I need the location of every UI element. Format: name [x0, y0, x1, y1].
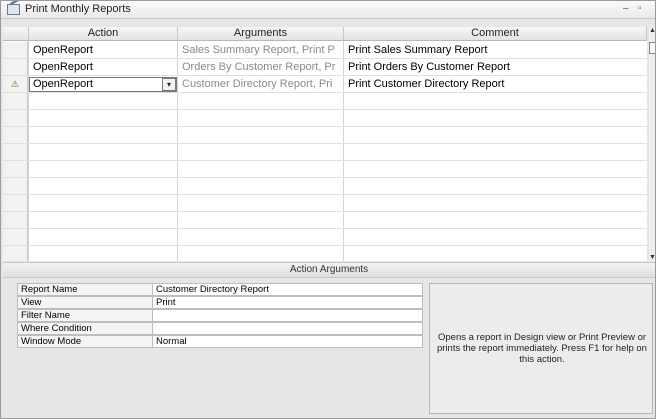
property-label: View [17, 296, 153, 309]
row-selector[interactable] [3, 110, 28, 126]
scroll-up-icon[interactable]: ▲ [649, 27, 655, 34]
window-mode-field[interactable]: Normal [153, 335, 423, 348]
comment-cell[interactable]: Print Sales Summary Report [344, 42, 647, 58]
report-name-field[interactable]: Customer Directory Report [153, 283, 423, 296]
comment-cell[interactable]: Print Orders By Customer Report [344, 59, 647, 75]
filter-name-field[interactable] [153, 309, 423, 322]
row-divider [3, 194, 647, 195]
row-selector[interactable] [3, 212, 28, 228]
row-selector[interactable] [3, 144, 28, 160]
column-header-comment[interactable]: Comment [344, 27, 647, 41]
select-all-corner[interactable] [3, 27, 29, 41]
row-divider [3, 245, 647, 246]
chevron-down-icon[interactable]: ▾ [162, 78, 176, 91]
row-selector[interactable] [3, 246, 28, 261]
window-titlebar[interactable]: Print Monthly Reports – ▫ [1, 1, 655, 19]
property-row-view: View Print [17, 296, 423, 309]
comment-cell[interactable]: Print Customer Directory Report [344, 76, 647, 92]
arguments-cell: Sales Summary Report, Print P [182, 44, 335, 56]
view-field[interactable]: Print [153, 296, 423, 309]
property-row-where-condition: Where Condition [17, 322, 423, 335]
row-selector[interactable] [3, 229, 28, 245]
help-text: Opens a report in Design view or Print P… [437, 332, 647, 365]
row-divider [3, 92, 647, 93]
column-header-arguments[interactable]: Arguments [178, 27, 344, 41]
property-row-window-mode: Window Mode Normal [17, 335, 423, 348]
row-selector[interactable] [3, 127, 28, 143]
scroll-thumb[interactable] [649, 42, 655, 54]
action-cell[interactable]: OpenReport [29, 42, 177, 58]
row-divider [3, 143, 647, 144]
row-selector[interactable] [3, 42, 28, 58]
minimize-button[interactable]: – [623, 3, 629, 14]
row-selector[interactable] [3, 161, 28, 177]
warning-icon: ⚠ [10, 79, 20, 89]
row-divider [3, 109, 647, 110]
row-selector[interactable] [3, 93, 28, 109]
macro-icon [7, 4, 20, 15]
property-row-filter-name: Filter Name [17, 309, 423, 322]
arguments-cell: Orders By Customer Report, Pr [182, 61, 336, 73]
property-label: Filter Name [17, 309, 153, 322]
property-label: Where Condition [17, 322, 153, 335]
vertical-scrollbar[interactable]: ▲ ▼ [649, 27, 655, 261]
row-selector[interactable] [3, 195, 28, 211]
window-title: Print Monthly Reports [25, 3, 131, 15]
row-selector-current[interactable]: ⚠ [3, 76, 28, 92]
help-panel: Opens a report in Design view or Print P… [429, 283, 653, 414]
action-cell[interactable]: OpenReport [29, 76, 177, 92]
action-arguments-header: Action Arguments [3, 262, 655, 278]
row-divider [3, 160, 647, 161]
row-divider [3, 126, 647, 127]
property-label: Window Mode [17, 335, 153, 348]
where-condition-field[interactable] [153, 322, 423, 335]
property-row-report-name: Report Name Customer Directory Report [17, 283, 423, 296]
property-label: Report Name [17, 283, 153, 296]
row-selector[interactable] [3, 59, 28, 75]
action-cell[interactable]: OpenReport [29, 59, 177, 75]
scroll-down-icon[interactable]: ▼ [649, 254, 655, 261]
row-divider [3, 211, 647, 212]
restore-button[interactable]: ▫ [638, 3, 642, 14]
row-divider [3, 177, 647, 178]
arguments-cell: Customer Directory Report, Pri [182, 78, 333, 90]
column-header-action[interactable]: Action [29, 27, 178, 41]
macro-window: Print Monthly Reports – ▫ Action Argumen… [0, 0, 656, 419]
row-selector[interactable] [3, 178, 28, 194]
row-divider [3, 228, 647, 229]
